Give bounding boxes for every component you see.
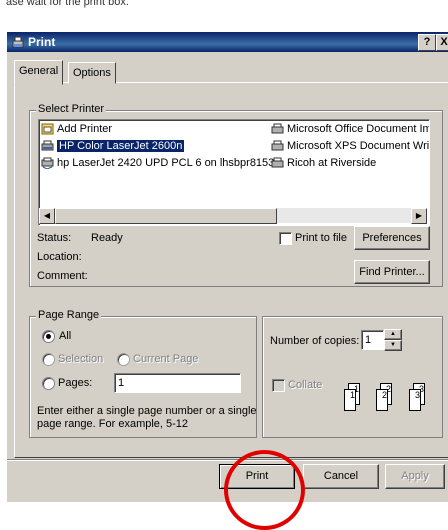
printer-item-hp-color-laserjet[interactable]: HP Color LaserJet 2600n bbox=[41, 139, 185, 154]
radio-all-label: All bbox=[59, 330, 72, 342]
collate-label: Collate bbox=[288, 379, 323, 391]
preferences-button[interactable]: Preferences bbox=[354, 226, 430, 250]
divider bbox=[7, 459, 448, 460]
print-to-file-checkbox[interactable] bbox=[279, 232, 292, 245]
collate-checkbox[interactable] bbox=[272, 379, 285, 392]
radio-current-page-label: Current Page bbox=[133, 353, 199, 365]
page-icon: 3 bbox=[409, 389, 421, 411]
select-printer-label: Select Printer bbox=[36, 103, 107, 115]
close-button[interactable]: X bbox=[436, 34, 448, 51]
instruction-text: ase wait for the print box. bbox=[6, 0, 129, 8]
printer-item-ricoh[interactable]: Ricoh at Riverside bbox=[271, 156, 376, 171]
location-label: Location: bbox=[37, 251, 82, 263]
radio-all[interactable] bbox=[42, 330, 55, 343]
apply-button[interactable]: Apply bbox=[385, 464, 445, 489]
copies-label: Number of copies: bbox=[270, 335, 360, 347]
tab-general[interactable]: General bbox=[14, 60, 64, 85]
printer-icon bbox=[271, 140, 284, 152]
printer-item-hp-laserjet-2420[interactable]: hp LaserJet 2420 UPD PCL 6 on lhsbpr8153 bbox=[41, 156, 274, 171]
printer-item-add-printer[interactable]: Add Printer bbox=[41, 122, 112, 137]
highlight-circle-annotation bbox=[224, 450, 305, 530]
printer-icon bbox=[11, 35, 25, 49]
page-icon: 2 bbox=[376, 389, 388, 411]
scroll-right-icon[interactable]: ▶ bbox=[411, 208, 427, 224]
page-range-help-line2: page range. For example, 5-12 bbox=[37, 418, 189, 430]
printer-icon bbox=[271, 123, 284, 135]
radio-pages-label: Pages: bbox=[58, 377, 93, 389]
page-range-help-line1: Enter either a single page number or a s… bbox=[37, 405, 257, 417]
page-icon: 1 bbox=[344, 389, 356, 411]
status-label: Status: bbox=[37, 232, 72, 244]
find-printer-button[interactable]: Find Printer... bbox=[354, 260, 430, 284]
printer-icon bbox=[41, 140, 54, 152]
status-value: Ready bbox=[91, 232, 123, 244]
printer-item-ms-office-document[interactable]: Microsoft Office Document Im bbox=[271, 122, 429, 137]
radio-pages[interactable] bbox=[42, 377, 55, 390]
printer-item-ms-xps-writer[interactable]: Microsoft XPS Document Writ bbox=[271, 139, 429, 154]
network-printer-icon bbox=[41, 157, 54, 170]
comment-label: Comment: bbox=[37, 270, 88, 282]
radio-selection-label: Selection bbox=[58, 353, 104, 365]
scroll-left-icon[interactable]: ◀ bbox=[39, 208, 55, 224]
add-printer-icon bbox=[41, 123, 54, 135]
cancel-button[interactable]: Cancel bbox=[303, 464, 379, 489]
title-bar[interactable] bbox=[7, 32, 448, 52]
copies-input[interactable]: 1 bbox=[361, 330, 384, 350]
scroll-thumb[interactable] bbox=[55, 208, 277, 224]
pages-input[interactable]: 1 bbox=[114, 373, 241, 393]
dialog-title: Print bbox=[28, 35, 56, 49]
print-to-file-label: Print to file bbox=[295, 232, 347, 244]
copies-down-icon[interactable]: ▼ bbox=[384, 340, 402, 351]
printer-list-hscrollbar[interactable]: ◀ ▶ bbox=[39, 208, 427, 224]
radio-selection[interactable] bbox=[42, 353, 55, 366]
page-range-label: Page Range bbox=[36, 309, 102, 321]
printer-icon bbox=[271, 157, 284, 169]
copies-up-icon[interactable]: ▲ bbox=[384, 329, 402, 340]
help-button[interactable]: ? bbox=[418, 34, 436, 51]
radio-current-page[interactable] bbox=[117, 353, 130, 366]
tab-options[interactable]: Options bbox=[68, 62, 116, 84]
